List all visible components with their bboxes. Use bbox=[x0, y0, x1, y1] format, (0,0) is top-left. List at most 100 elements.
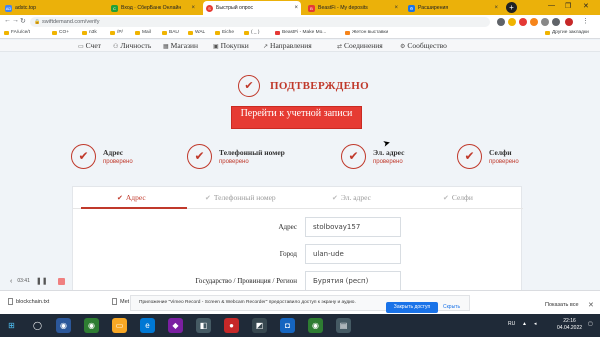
folder-icon bbox=[188, 30, 193, 35]
bookmark-item[interactable]: FA/u/ce/t bbox=[4, 30, 30, 35]
extension-icon[interactable] bbox=[541, 18, 549, 26]
chrome-icon[interactable]: ◉ bbox=[308, 318, 323, 333]
maximize-icon[interactable]: ❐ bbox=[565, 2, 571, 10]
bag-icon: ▣ bbox=[213, 44, 219, 50]
chrome-icon[interactable]: ◉ bbox=[56, 318, 71, 333]
download-item[interactable]: Met bbox=[112, 298, 129, 305]
other-bookmarks[interactable]: Другие закладки bbox=[545, 30, 589, 35]
metamask-icon[interactable] bbox=[530, 18, 538, 26]
active-tab-indicator bbox=[81, 207, 187, 209]
app-icon[interactable]: ▤ bbox=[336, 318, 351, 333]
field-label: Город bbox=[279, 250, 297, 258]
region-field[interactable]: Бурятия (респ) bbox=[305, 271, 401, 290]
nav-identity[interactable]: ⚇ Личность bbox=[113, 41, 151, 50]
city-field[interactable]: ulan-ude bbox=[305, 244, 401, 264]
tab-phone[interactable]: ✔ Телефонный номер bbox=[205, 193, 276, 202]
bookmark-item[interactable]: /P/ bbox=[110, 30, 123, 35]
stop-icon[interactable] bbox=[57, 277, 65, 285]
address-field[interactable]: stolbovay157 bbox=[305, 217, 401, 237]
tab-label: Эл. адрес bbox=[340, 193, 371, 202]
chrome-icon[interactable]: ◉ bbox=[84, 318, 99, 333]
tab-label: Адрес bbox=[125, 193, 146, 202]
bookmark-item[interactable]: n3k bbox=[82, 30, 97, 35]
new-tab-button[interactable]: + bbox=[506, 2, 517, 13]
volume-icon[interactable]: ◂ bbox=[534, 321, 537, 327]
folder-icon bbox=[545, 30, 550, 35]
hide-button[interactable]: Скрыть bbox=[443, 304, 460, 310]
tab-selfie[interactable]: ✔ Селфи bbox=[443, 193, 473, 202]
tab-extensions[interactable]: ⚙ Расширения × bbox=[405, 1, 501, 15]
bookmark-label: Другие закладки bbox=[552, 30, 589, 35]
bookmark-item[interactable]: ( _ ) bbox=[244, 30, 260, 35]
bookmark-item[interactable]: WAL bbox=[188, 30, 205, 35]
clock-date: 04.04.2022 bbox=[557, 325, 583, 331]
nav-connections[interactable]: ⇄ Соединения bbox=[337, 41, 383, 50]
nav-label: Соединения bbox=[344, 41, 383, 50]
nav-label: Покупки bbox=[220, 41, 249, 50]
nav-purchases[interactable]: ▣ Покупки bbox=[213, 41, 249, 50]
folder-icon[interactable]: ▭ bbox=[112, 318, 127, 333]
tab-survey[interactable]: S Быстрый опрос × bbox=[203, 1, 301, 15]
back-icon[interactable]: ← bbox=[4, 17, 11, 24]
form-row-region: Государство / Провинция / Регион Бурятия… bbox=[73, 271, 523, 290]
app-icon[interactable]: ◆ bbox=[168, 318, 183, 333]
system-clock[interactable]: 22:16 04.04.2022 bbox=[557, 318, 582, 332]
address-bar[interactable]: 🔒 swiftdemand.com/verify bbox=[30, 17, 490, 27]
app-icon[interactable]: ● bbox=[224, 318, 239, 333]
windows-start-icon[interactable]: ⊞ bbox=[4, 318, 19, 333]
nav-store[interactable]: ▦ Магазин bbox=[163, 41, 198, 50]
pause-icon[interactable]: ❚❚ bbox=[36, 277, 48, 285]
tab-adstc[interactable]: AD adstc.top bbox=[2, 1, 50, 15]
reload-icon[interactable]: ↻ bbox=[20, 17, 26, 25]
puzzle-icon[interactable] bbox=[552, 18, 560, 26]
app-icon[interactable]: ◘ bbox=[280, 318, 295, 333]
tab-email[interactable]: ✔ Эл. адрес bbox=[332, 193, 371, 202]
bookmarks-bar: FA/u/ce/t CO+ n3k /P/ Mail BAU WAL Eiche… bbox=[0, 29, 600, 39]
bookmark-item[interactable]: BAU bbox=[162, 30, 179, 35]
bookmark-label: BAU bbox=[169, 30, 179, 35]
search-icon[interactable]: ◯ bbox=[30, 318, 45, 333]
nav-community[interactable]: ⚙ Сообщество bbox=[400, 41, 447, 50]
tab-sberbank[interactable]: С Вход · СберБанк Онлайн × bbox=[108, 1, 198, 15]
close-icon[interactable]: × bbox=[294, 5, 298, 11]
field-label: Государство / Провинция / Регион bbox=[195, 277, 298, 285]
language-indicator[interactable]: RU bbox=[508, 321, 515, 327]
edge-icon[interactable]: e bbox=[140, 318, 155, 333]
go-to-account-button[interactable]: Перейти к учетной записи bbox=[231, 106, 362, 129]
tab-address[interactable]: ✔ Адрес bbox=[117, 193, 146, 202]
close-icon[interactable]: × bbox=[191, 5, 195, 11]
step-name: Адрес bbox=[103, 148, 124, 157]
bookmark-item[interactable]: Eiche bbox=[215, 30, 234, 35]
close-window-icon[interactable]: ✕ bbox=[583, 2, 589, 10]
share-icon[interactable] bbox=[497, 18, 505, 26]
community-icon: ⚙ bbox=[400, 44, 406, 50]
lock-icon: 🔒 bbox=[34, 19, 41, 25]
notifications-icon[interactable]: ▢ bbox=[588, 321, 593, 327]
bookmark-item[interactable]: Mail bbox=[135, 30, 151, 35]
close-icon[interactable]: ✕ bbox=[588, 301, 594, 309]
bookmark-item[interactable]: Жетон выставки bbox=[345, 30, 388, 35]
nav-label: Сообщество bbox=[407, 41, 447, 50]
show-all-button[interactable]: Показать все bbox=[545, 302, 579, 308]
bookmark-item[interactable]: BeastFi - Make Mo... bbox=[275, 30, 326, 35]
url-text: swiftdemand.com/verify bbox=[42, 19, 100, 25]
stop-sharing-button[interactable]: Закрыть доступ bbox=[386, 302, 438, 313]
menu-icon[interactable]: ⋮ bbox=[582, 17, 589, 25]
nav-account[interactable]: ▭ Счет bbox=[78, 41, 101, 50]
app-icon[interactable]: ◩ bbox=[252, 318, 267, 333]
check-icon: ✔ bbox=[332, 194, 338, 202]
close-icon[interactable]: × bbox=[494, 5, 498, 11]
tab-beastfi[interactable]: B BeastFi - My deposits × bbox=[305, 1, 401, 15]
avatar[interactable] bbox=[565, 18, 573, 26]
nav-directions[interactable]: ↗ Направления bbox=[263, 41, 312, 50]
star-icon[interactable] bbox=[508, 18, 516, 26]
download-item[interactable]: blockchain.txt bbox=[8, 298, 49, 305]
network-icon[interactable]: ▲ bbox=[522, 321, 527, 327]
back-icon[interactable]: ‹ bbox=[10, 278, 12, 285]
minimize-icon[interactable]: — bbox=[548, 2, 555, 9]
bookmark-item[interactable]: CO+ bbox=[52, 30, 69, 35]
forward-icon[interactable]: → bbox=[12, 17, 19, 24]
app-icon[interactable]: ◧ bbox=[196, 318, 211, 333]
close-icon[interactable]: × bbox=[394, 5, 398, 11]
extension-icon[interactable] bbox=[519, 18, 527, 26]
